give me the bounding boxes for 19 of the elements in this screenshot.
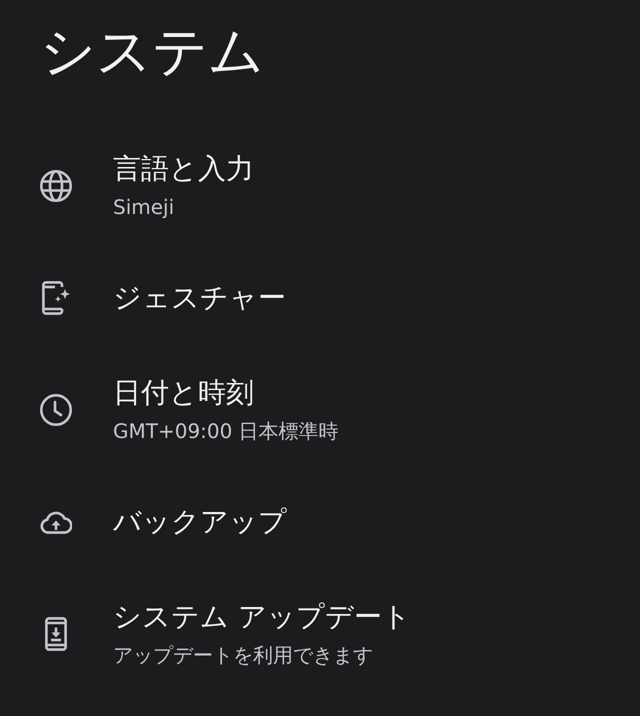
- globe-icon: [40, 170, 72, 202]
- cloud-upload-icon: [40, 510, 72, 534]
- settings-item[interactable]: ジェスチャー: [0, 242, 640, 354]
- settings-item[interactable]: バックアップ: [0, 466, 640, 578]
- phone-download-icon: [45, 617, 67, 651]
- settings-item[interactable]: 日付と時刻 GMT+09:00 日本標準時: [0, 354, 640, 466]
- item-subtitle: GMT+09:00 日本標準時: [113, 418, 339, 445]
- settings-item[interactable]: 言語と入力 Simeji: [0, 130, 640, 242]
- clock-icon: [40, 394, 72, 426]
- item-title: 日付と時刻: [113, 375, 255, 411]
- page-title: システム: [40, 18, 264, 85]
- settings-item[interactable]: システム アップデート アップデートを利用できます: [0, 578, 640, 690]
- item-title: 言語と入力: [113, 151, 254, 187]
- item-title: バックアップ: [113, 504, 287, 540]
- item-title: ジェスチャー: [113, 280, 286, 316]
- item-title: システム アップデート: [113, 599, 411, 635]
- item-subtitle: アップデートを利用できます: [113, 642, 374, 669]
- item-subtitle: Simeji: [113, 194, 176, 221]
- phone-sparkle-icon: [42, 281, 70, 315]
